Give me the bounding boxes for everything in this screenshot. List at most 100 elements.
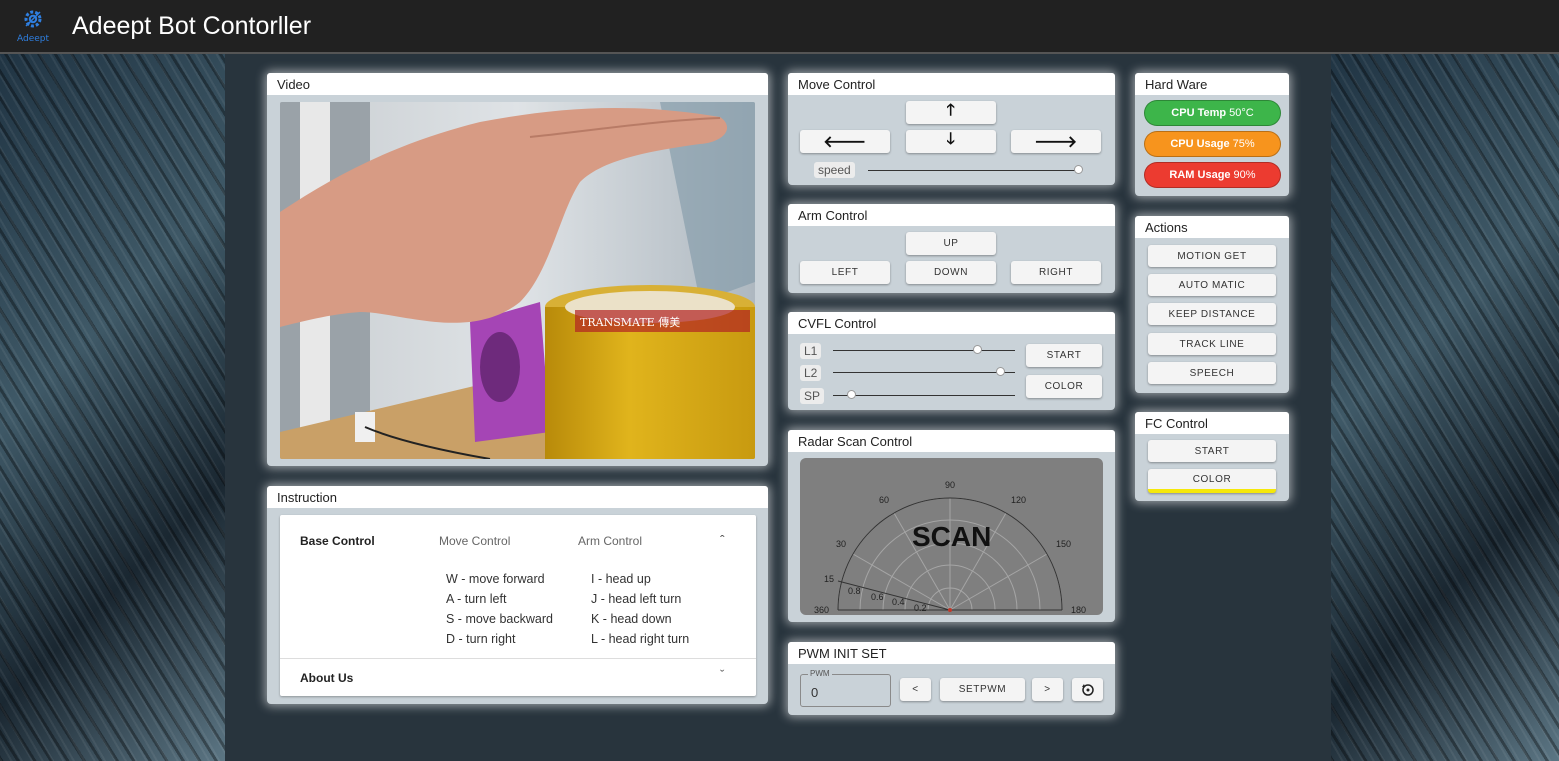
ram-usage-badge: RAM Usage 90%	[1144, 162, 1281, 188]
arm-line: L - head right turn	[591, 632, 690, 646]
move-line: W - move forward	[446, 572, 545, 586]
cpu-temp-value: 50°C	[1229, 107, 1254, 119]
chevron-down-icon[interactable]: ˇ	[720, 667, 724, 682]
top-bar: Adeept Adeept Bot Contorller	[0, 0, 1559, 54]
radar-panel: 90 60 120 30 150 15 360 180 0.8 0.6 0.4 …	[800, 458, 1103, 615]
speed-label: speed	[814, 162, 855, 178]
pwm-field[interactable]: PWM 0	[800, 669, 891, 707]
adeept-gear-logo-icon	[22, 8, 44, 34]
radar-plot[interactable]: 90 60 120 30 150 15 360 180 0.8 0.6 0.4 …	[800, 458, 1103, 615]
arm-control-card: Arm Control UP LEFT DOWN RIGHT	[788, 204, 1115, 293]
actions-card: Actions MOTION GET AUTO MATIC KEEP DISTA…	[1135, 216, 1289, 393]
pwm-field-value[interactable]: 0	[811, 685, 818, 700]
fc-color-button[interactable]: COLOR	[1148, 469, 1276, 493]
auto-matic-button[interactable]: AUTO MATIC	[1148, 274, 1276, 296]
tab-arm-control[interactable]: Arm Control	[578, 534, 642, 548]
video-title: Video	[267, 73, 768, 95]
reset-icon[interactable]	[1072, 678, 1103, 701]
radius-label: 0.6	[871, 592, 884, 602]
move-line: D - turn right	[446, 632, 516, 646]
pwm-title: PWM INIT SET	[788, 642, 1115, 664]
move-control-title: Move Control	[788, 73, 1115, 95]
logo-text: Adeept	[16, 34, 50, 44]
about-us-item[interactable]: About Us	[300, 671, 353, 685]
arm-line: J - head left turn	[591, 592, 682, 606]
video-card: Video TRANSMATE 傳美	[267, 73, 768, 466]
radius-label: 0.4	[892, 597, 905, 607]
move-instructions: W - move forward A - turn left S - move …	[446, 569, 553, 649]
cvfl-control-card: CVFL Control L1 L2 SP START COLOR	[788, 312, 1115, 410]
arm-right-button[interactable]: RIGHT	[1011, 261, 1101, 284]
actions-title: Actions	[1135, 216, 1289, 238]
arm-instructions: I - head up J - head left turn K - head …	[591, 569, 689, 649]
speed-slider-track[interactable]	[868, 170, 1078, 171]
angle-label: 150	[1056, 539, 1071, 549]
motion-get-button[interactable]: MOTION GET	[1148, 245, 1276, 267]
fc-start-button[interactable]: START	[1148, 440, 1276, 462]
move-left-button[interactable]: 🡐	[800, 130, 890, 153]
speed-slider-thumb[interactable]	[1074, 165, 1083, 174]
angle-label: 90	[945, 480, 955, 490]
arm-down-button[interactable]: DOWN	[906, 261, 996, 284]
l2-slider-thumb[interactable]	[996, 367, 1005, 376]
tab-move-control[interactable]: Move Control	[439, 534, 510, 548]
l2-label: L2	[800, 365, 822, 381]
cvfl-start-button[interactable]: START	[1026, 344, 1102, 367]
instruction-title: Instruction	[267, 486, 768, 508]
divider	[280, 658, 756, 659]
move-line: S - move backward	[446, 612, 553, 626]
scan-label[interactable]: SCAN	[912, 521, 991, 552]
background-left	[0, 54, 225, 761]
angle-label: 120	[1011, 495, 1026, 505]
fc-control-card: FC Control START COLOR	[1135, 412, 1289, 501]
arm-line: K - head down	[591, 612, 672, 626]
move-line: A - turn left	[446, 592, 507, 606]
fc-control-title: FC Control	[1135, 412, 1289, 434]
l2-slider-track[interactable]	[833, 372, 1015, 373]
radar-scan-card: Radar Scan Control 90 60 120 30 150 15 3…	[788, 430, 1115, 622]
angle-label: 360	[814, 605, 829, 615]
radar-title: Radar Scan Control	[788, 430, 1115, 452]
l1-slider-thumb[interactable]	[973, 345, 982, 354]
cpu-temp-label: CPU Temp	[1171, 107, 1227, 119]
cvfl-color-button[interactable]: COLOR	[1026, 375, 1102, 398]
move-down-button[interactable]: 🡓	[906, 130, 996, 153]
angle-label: 15	[824, 574, 834, 584]
angle-label: 60	[879, 495, 889, 505]
track-line-button[interactable]: TRACK LINE	[1148, 333, 1276, 355]
move-right-button[interactable]: 🡒	[1011, 130, 1101, 153]
move-control-card: Move Control 🡑 🡐 🡓 🡒 speed	[788, 73, 1115, 185]
pwm-init-card: PWM INIT SET PWM 0 < SETPWM >	[788, 642, 1115, 715]
cpu-temp-badge: CPU Temp 50°C	[1144, 100, 1281, 126]
app-title: Adeept Bot Contorller	[72, 11, 312, 40]
pwm-next-button[interactable]: >	[1032, 678, 1063, 701]
radius-label: 0.2	[914, 603, 927, 613]
svg-text:TRANSMATE 傳美: TRANSMATE 傳美	[580, 316, 680, 329]
cpu-usage-value: 75%	[1232, 138, 1255, 150]
arm-up-button[interactable]: UP	[906, 232, 996, 255]
sp-slider-track[interactable]	[833, 395, 1015, 396]
l1-label: L1	[800, 343, 822, 359]
radius-label: 0.8	[848, 586, 861, 596]
ram-usage-label: RAM Usage	[1169, 169, 1231, 181]
chevron-up-icon[interactable]: ˆ	[720, 532, 725, 548]
angle-label: 180	[1071, 605, 1086, 615]
pwm-set-button[interactable]: SETPWM	[940, 678, 1025, 701]
move-up-button[interactable]: 🡑	[906, 101, 996, 124]
l1-slider-track[interactable]	[833, 350, 1015, 351]
arm-left-button[interactable]: LEFT	[800, 261, 890, 284]
cpu-usage-badge: CPU Usage 75%	[1144, 131, 1281, 157]
arm-line: I - head up	[591, 572, 651, 586]
speech-button[interactable]: SPEECH	[1148, 362, 1276, 384]
keep-distance-button[interactable]: KEEP DISTANCE	[1148, 303, 1276, 325]
ram-usage-value: 90%	[1233, 169, 1256, 181]
sp-slider-thumb[interactable]	[847, 390, 856, 399]
angle-label: 30	[836, 539, 846, 549]
pwm-prev-button[interactable]: <	[900, 678, 931, 701]
cpu-usage-label: CPU Usage	[1170, 138, 1230, 150]
tab-base-control[interactable]: Base Control	[300, 534, 375, 548]
hardware-title: Hard Ware	[1135, 73, 1289, 95]
logo[interactable]: Adeept	[8, 1, 58, 51]
pwm-field-label: PWM	[808, 669, 832, 678]
hardware-card: Hard Ware CPU Temp 50°C CPU Usage 75% RA…	[1135, 73, 1289, 196]
